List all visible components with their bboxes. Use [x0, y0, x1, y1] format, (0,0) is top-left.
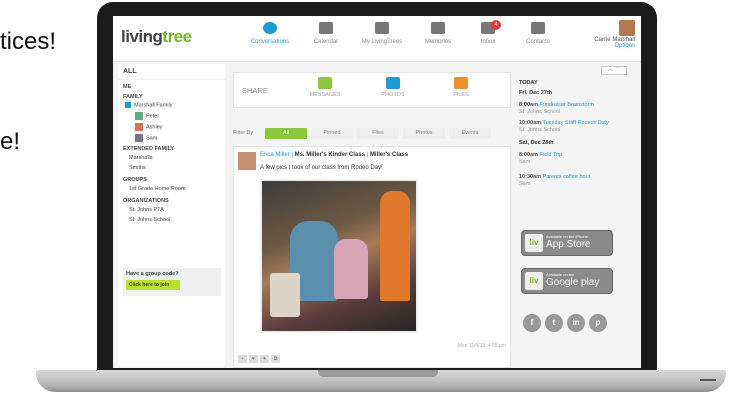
- conversation-bubble-icon: [263, 22, 277, 34]
- app-store-button[interactable]: liv Available on the iPhone App Store: [521, 230, 613, 256]
- sidebar-item-marshalls[interactable]: Marshalls: [129, 155, 153, 161]
- inbox-badge: 4: [491, 20, 501, 30]
- liv-logo-icon: liv: [525, 272, 543, 290]
- filter-events[interactable]: Events: [449, 128, 491, 139]
- sidebar-item-1st-grade[interactable]: 1st Grade Home Room: [129, 186, 186, 192]
- sidebar-item-smiths[interactable]: Smiths: [129, 165, 146, 171]
- agenda-day-2: Sat, Dec 28th: [519, 140, 554, 146]
- facebook-icon[interactable]: f: [523, 314, 541, 332]
- laptop-indicator: [700, 379, 716, 381]
- pin-icon[interactable]: ✦: [260, 355, 269, 363]
- sidebar-item-marshall-family[interactable]: Marshall Family: [125, 102, 173, 108]
- filter-label: Filter By: [233, 130, 254, 136]
- post-header: Erica Miller | Ms. Miller's Kinder Class…: [260, 152, 409, 158]
- post-actions: ▪ ♥ ✦ ⧉: [238, 355, 282, 363]
- agenda-event-3-sub: Sam: [519, 159, 531, 165]
- sidebar-heading-family: FAMILY: [123, 94, 143, 100]
- share-bar: SHARE MESSAGES PHOTOS FILES: [233, 72, 511, 108]
- calendar-icon: [319, 22, 333, 34]
- share-label: SHARE: [242, 86, 268, 95]
- post-author-avatar[interactable]: [238, 152, 256, 170]
- laptop-notch: [318, 370, 438, 377]
- share-files-button[interactable]: FILES: [434, 77, 488, 98]
- post-timestamp: Mon 11/4/13, 4:05 pm: [457, 343, 506, 349]
- camera-icon: [386, 77, 400, 89]
- nav-my-livingtrees[interactable]: My LivingTrees: [355, 22, 409, 45]
- sidebar-item-me[interactable]: ME: [123, 84, 131, 90]
- memories-icon: [431, 22, 445, 34]
- sidebar: ALL ME FAMILY Marshall Family Peter Ashl…: [119, 64, 225, 366]
- main-feed: SHARE MESSAGES PHOTOS FILES Filter By Al…: [233, 68, 511, 368]
- filter-all[interactable]: All: [265, 128, 307, 139]
- filter-pinned[interactable]: Pinned: [311, 128, 353, 139]
- sidebar-heading-organizations: ORGANIZATIONS: [123, 198, 169, 204]
- sidebar-item-st-johns-pta[interactable]: St. Johns PTA: [129, 207, 164, 213]
- sidebar-heading-groups: GROUPS: [123, 177, 147, 183]
- join-group-button[interactable]: Click here to join: [126, 280, 180, 290]
- family-icon: [125, 102, 131, 108]
- user-menu[interactable]: Carrie Marshall Options: [594, 20, 635, 49]
- nav-memories[interactable]: Memories: [411, 22, 465, 45]
- agenda-nav-arrows[interactable]: ︿ ﹀: [601, 66, 627, 75]
- background-text-line-2: e!: [0, 128, 21, 155]
- options-dropdown[interactable]: Options: [594, 43, 635, 49]
- twitter-icon[interactable]: t: [545, 314, 563, 332]
- files-icon: [454, 77, 468, 89]
- avatar: [619, 20, 635, 36]
- comment-icon[interactable]: ▪: [238, 355, 247, 363]
- sidebar-item-all[interactable]: ALL: [119, 64, 225, 80]
- share-icon[interactable]: ⧉: [271, 355, 280, 363]
- sidebar-heading-extended-family: EXTENDED FAMILY: [123, 146, 175, 152]
- post-photo[interactable]: [260, 179, 418, 333]
- agenda-event-1[interactable]: 8:00am Fundraiser Brainstorm: [519, 102, 594, 108]
- sam-avatar: [135, 134, 143, 142]
- google-play-button[interactable]: liv Available on the Google play: [521, 268, 613, 294]
- agenda-today: TODAY: [519, 80, 538, 86]
- peter-avatar: [135, 112, 143, 120]
- filter-photos[interactable]: Photos: [403, 128, 445, 139]
- share-photos-button[interactable]: PHOTOS: [366, 77, 420, 98]
- agenda-event-2-sub: St. Johns School: [519, 127, 561, 133]
- group-code-question: Have a group code?: [126, 271, 179, 277]
- nav-contacts[interactable]: Contacts: [511, 22, 565, 45]
- sidebar-item-sam[interactable]: Sam: [135, 134, 157, 142]
- sidebar-item-st-johns-school[interactable]: St. Johns School: [129, 217, 170, 223]
- agenda-event-1-sub: St. Johns School: [519, 109, 561, 115]
- post-subgroup[interactable]: Miller's Class: [370, 152, 408, 158]
- group-code-box: Have a group code? Click here to join: [123, 268, 221, 296]
- filter-bar: Filter By All Pinned Files Photos Events: [233, 128, 511, 140]
- post-text: A few pics I took of our class from Rode…: [260, 165, 383, 171]
- ashley-avatar: [135, 123, 143, 131]
- pinterest-icon[interactable]: p: [589, 314, 607, 332]
- share-messages-button[interactable]: MESSAGES: [298, 77, 352, 98]
- tree-icon: [375, 22, 389, 34]
- like-heart-icon[interactable]: ♥: [249, 355, 258, 363]
- messages-icon: [318, 77, 332, 89]
- agenda-event-4-sub: Sam: [519, 181, 531, 187]
- agenda-event-3[interactable]: 8:00am Field Trip: [519, 152, 562, 158]
- agenda-event-4[interactable]: 10:30am Parents coffee hour: [519, 174, 590, 180]
- nav-calendar[interactable]: Calendar: [299, 22, 353, 45]
- agenda-event-2[interactable]: 10:00am Tuesday Staff Recess Duty: [519, 120, 609, 126]
- background-text-line-1: tices!: [0, 28, 57, 55]
- livingtree-logo[interactable]: livingtree: [121, 27, 192, 47]
- post-group[interactable]: Ms. Miller's Kinder Class: [295, 152, 365, 158]
- contacts-icon: [531, 22, 545, 34]
- nav-inbox[interactable]: 4 Inbox: [461, 20, 515, 45]
- sidebar-item-ashley[interactable]: Ashley: [135, 123, 163, 131]
- agenda-panel: ︿ ﹀ TODAY Fri, Dec 27th 8:00am Fundraise…: [517, 66, 635, 366]
- laptop-screen: livingtree Conversations Calendar My Liv…: [113, 16, 641, 368]
- sidebar-item-peter[interactable]: Peter: [135, 112, 159, 120]
- post-author[interactable]: Erica Miller: [260, 152, 290, 158]
- liv-logo-icon: liv: [525, 234, 543, 252]
- agenda-day-1: Fri, Dec 27th: [519, 90, 553, 96]
- feed-post: Erica Miller | Ms. Miller's Kinder Class…: [233, 146, 511, 368]
- linkedin-icon[interactable]: in: [567, 314, 585, 332]
- app-header: livingtree Conversations Calendar My Liv…: [113, 16, 641, 62]
- nav-conversations[interactable]: Conversations: [243, 22, 297, 45]
- filter-files[interactable]: Files: [357, 128, 399, 139]
